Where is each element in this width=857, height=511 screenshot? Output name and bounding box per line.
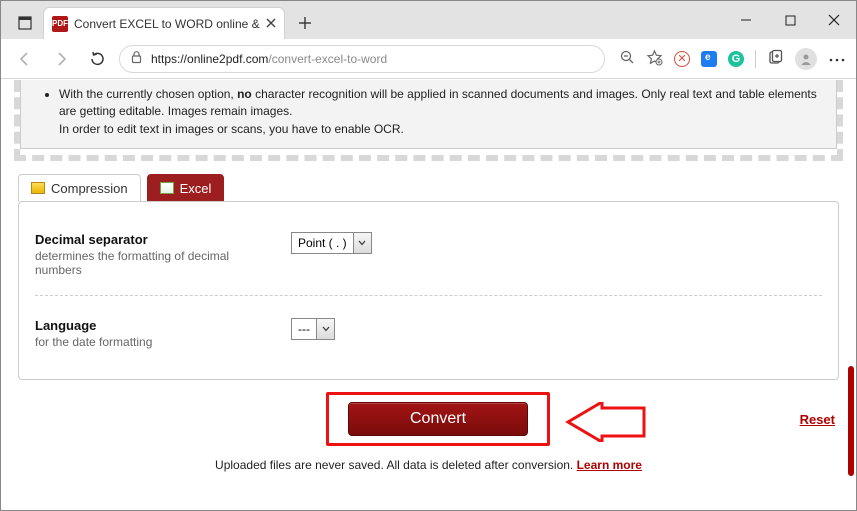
- tab-compression-label: Compression: [51, 181, 128, 196]
- options-tabstrip: Compression Excel: [18, 173, 843, 201]
- favorites-icon[interactable]: [646, 49, 663, 69]
- scrollbar-thumb[interactable]: [848, 366, 854, 476]
- extension-icon-3[interactable]: G: [728, 51, 744, 67]
- reset-link[interactable]: Reset: [800, 412, 835, 427]
- footer-note: Uploaded files are never saved. All data…: [14, 458, 843, 472]
- decimal-separator-title: Decimal separator: [35, 232, 271, 247]
- url-prefix: https://: [151, 52, 187, 66]
- tab-excel[interactable]: Excel: [147, 174, 225, 202]
- lock-icon: [130, 50, 143, 67]
- url-host: online2pdf.com: [187, 52, 268, 66]
- learn-more-link[interactable]: Learn more: [577, 458, 642, 472]
- actions-row: Convert Reset: [14, 392, 843, 452]
- language-subtitle: for the date formatting: [35, 335, 271, 349]
- chevron-down-icon[interactable]: [354, 232, 372, 254]
- extension-icon-1[interactable]: ✕: [674, 51, 690, 67]
- notice-line-1: With the currently chosen option, no cha…: [59, 86, 822, 138]
- decimal-separator-subtitle: determines the formatting of decimal num…: [35, 249, 271, 277]
- window-maximize-button[interactable]: [768, 1, 812, 39]
- tab-strip-home-icon[interactable]: [7, 7, 43, 39]
- info-notice: With the currently chosen option, no cha…: [20, 80, 837, 149]
- address-bar[interactable]: https://online2pdf.com/convert-excel-to-…: [119, 45, 605, 73]
- more-menu-icon[interactable]: [828, 52, 846, 66]
- collections-icon[interactable]: [767, 49, 784, 69]
- excel-icon: [160, 182, 174, 194]
- window-minimize-button[interactable]: [724, 1, 768, 39]
- new-tab-button[interactable]: [291, 9, 319, 37]
- browser-tab[interactable]: PDF Convert EXCEL to WORD online &: [43, 7, 285, 39]
- back-button[interactable]: [11, 45, 39, 73]
- upload-dropzone-border: With the currently chosen option, no cha…: [14, 80, 843, 161]
- callout-highlight: Convert: [326, 392, 550, 446]
- tab-excel-label: Excel: [180, 181, 212, 196]
- close-tab-icon[interactable]: [266, 17, 276, 31]
- window-close-button[interactable]: [812, 1, 856, 39]
- excel-options-panel: Decimal separator determines the formatt…: [18, 201, 839, 380]
- extension-icon-2[interactable]: [701, 51, 717, 67]
- tab-title: Convert EXCEL to WORD online &: [74, 17, 260, 31]
- toolbar: https://online2pdf.com/convert-excel-to-…: [1, 39, 856, 79]
- chevron-down-icon[interactable]: [317, 318, 335, 340]
- tab-compression[interactable]: Compression: [18, 174, 141, 202]
- profile-avatar[interactable]: [795, 48, 817, 70]
- toolbar-separator: [755, 50, 756, 68]
- url-path: /convert-excel-to-word: [268, 52, 387, 66]
- compression-icon: [31, 182, 45, 194]
- arrow-callout-icon: [562, 402, 648, 445]
- language-select[interactable]: ---: [291, 318, 335, 340]
- decimal-separator-select[interactable]: Point ( . ): [291, 232, 372, 254]
- language-title: Language: [35, 318, 271, 333]
- footer-text: Uploaded files are never saved. All data…: [215, 458, 577, 472]
- setting-decimal-separator: Decimal separator determines the formatt…: [35, 220, 822, 289]
- tab-favicon: PDF: [52, 16, 68, 32]
- convert-button[interactable]: Convert: [348, 402, 528, 436]
- forward-button[interactable]: [47, 45, 75, 73]
- page-content: With the currently chosen option, no cha…: [2, 80, 855, 509]
- reload-button[interactable]: [83, 45, 111, 73]
- window-titlebar: PDF Convert EXCEL to WORD online &: [1, 1, 856, 39]
- zoom-icon[interactable]: [619, 49, 635, 68]
- decimal-separator-value: Point ( . ): [291, 232, 354, 254]
- language-value: ---: [291, 318, 317, 340]
- setting-language: Language for the date formatting ---: [35, 295, 822, 361]
